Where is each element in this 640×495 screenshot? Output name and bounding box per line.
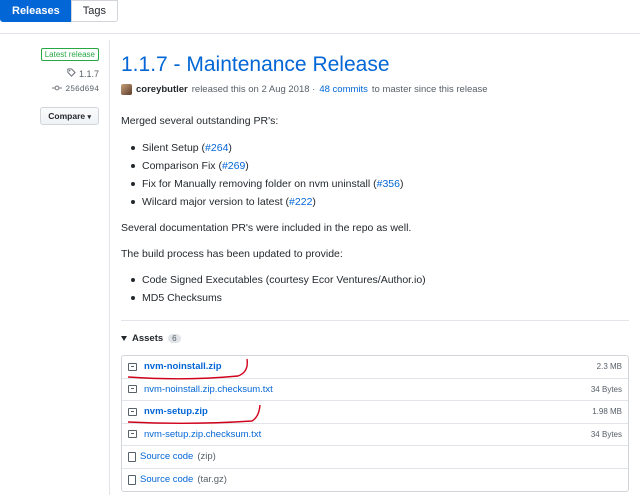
tab-releases[interactable]: Releases bbox=[0, 0, 72, 22]
source-format: (tar.gz) bbox=[197, 474, 227, 486]
list-item: Silent Setup (#264) bbox=[121, 140, 403, 158]
release-tabs: Releases Tags bbox=[0, 0, 118, 22]
package-icon bbox=[128, 430, 137, 439]
tag-icon bbox=[67, 68, 76, 79]
asset-link[interactable]: nvm-noinstall.zip.checksum.txt bbox=[144, 384, 273, 395]
list-item: Code Signed Executables (courtesy Ecor V… bbox=[121, 272, 426, 290]
commit-line[interactable]: 256d694 bbox=[0, 84, 99, 95]
header-divider bbox=[0, 33, 640, 34]
asset-size: 34 Bytes bbox=[590, 429, 622, 439]
file-zip-icon bbox=[128, 474, 136, 485]
package-icon bbox=[128, 407, 137, 416]
source-row[interactable]: Source code (zip) bbox=[122, 446, 628, 469]
assets-label: Assets bbox=[132, 333, 164, 344]
list-item: Wilcard major version to latest (#222) bbox=[121, 194, 403, 212]
compare-label: Compare bbox=[48, 111, 86, 121]
asset-row[interactable]: nvm-setup.zip.checksum.txt 34 Bytes bbox=[122, 424, 628, 446]
commit-icon bbox=[52, 84, 63, 95]
docs-note: Several documentation PR's were included… bbox=[121, 222, 412, 234]
package-icon bbox=[128, 385, 137, 394]
asset-row[interactable]: nvm-setup.zip 1.98 MB bbox=[122, 401, 628, 424]
asset-size: 2.3 MB bbox=[596, 362, 622, 372]
pr-link[interactable]: #264 bbox=[205, 142, 228, 154]
pr-link[interactable]: #269 bbox=[222, 160, 245, 172]
intro-text: Merged several outstanding PR's: bbox=[121, 115, 279, 127]
commit-sha[interactable]: 256d694 bbox=[65, 85, 99, 94]
assets-count: 6 bbox=[168, 334, 181, 343]
source-format: (zip) bbox=[197, 451, 216, 463]
asset-link[interactable]: nvm-setup.zip bbox=[144, 406, 208, 417]
build-intro: The build process has been updated to pr… bbox=[121, 248, 343, 260]
asset-size: 34 Bytes bbox=[590, 384, 622, 394]
asset-link[interactable]: nvm-setup.zip.checksum.txt bbox=[144, 429, 261, 440]
pr-link[interactable]: #222 bbox=[289, 196, 312, 208]
pr-link[interactable]: #356 bbox=[377, 178, 400, 190]
commits-link[interactable]: 48 commits bbox=[319, 84, 368, 95]
package-icon bbox=[128, 362, 137, 371]
source-link[interactable]: Source code bbox=[140, 451, 193, 462]
caret-down-icon: ▾ bbox=[87, 114, 91, 121]
commits-suffix: to master since this release bbox=[371, 84, 488, 95]
asset-row[interactable]: nvm-noinstall.zip.checksum.txt 34 Bytes bbox=[122, 379, 628, 401]
avatar[interactable] bbox=[121, 84, 132, 95]
source-row[interactable]: Source code (tar.gz) bbox=[122, 469, 628, 492]
caret-down-icon bbox=[121, 336, 127, 341]
release-sidebar: Latest release 1.1.7 256d694 Compare ▾ bbox=[0, 48, 99, 125]
tab-tags[interactable]: Tags bbox=[70, 0, 118, 22]
author-link[interactable]: coreybutler bbox=[136, 84, 188, 95]
build-list: Code Signed Executables (courtesy Ecor V… bbox=[121, 272, 426, 308]
list-item: MD5 Checksums bbox=[121, 290, 426, 308]
file-zip-icon bbox=[128, 451, 136, 462]
assets-divider bbox=[121, 320, 629, 321]
asset-link[interactable]: nvm-noinstall.zip bbox=[144, 361, 222, 372]
asset-size: 1.98 MB bbox=[592, 407, 622, 417]
release-body: 1.1.7 - Maintenance Release coreybutler … bbox=[121, 52, 631, 492]
release-meta: coreybutler released this on 2 Aug 2018 … bbox=[121, 84, 631, 95]
assets-list: nvm-noinstall.zip 2.3 MB nvm-noinstall.z… bbox=[121, 355, 629, 492]
pr-list: Silent Setup (#264) Comparison Fix (#269… bbox=[121, 140, 403, 212]
tag-line[interactable]: 1.1.7 bbox=[0, 68, 99, 79]
asset-row[interactable]: nvm-noinstall.zip 2.3 MB bbox=[122, 356, 628, 379]
compare-button[interactable]: Compare ▾ bbox=[40, 107, 99, 125]
tag-name[interactable]: 1.1.7 bbox=[79, 69, 99, 79]
assets-toggle[interactable]: Assets 6 bbox=[121, 333, 181, 344]
list-item: Comparison Fix (#269) bbox=[121, 158, 403, 176]
source-link[interactable]: Source code bbox=[140, 474, 193, 485]
sidebar-divider bbox=[109, 40, 110, 495]
list-item: Fix for Manually removing folder on nvm … bbox=[121, 176, 403, 194]
released-text: released this on 2 Aug 2018 · bbox=[191, 84, 316, 95]
latest-release-badge: Latest release bbox=[40, 48, 99, 61]
release-title[interactable]: 1.1.7 - Maintenance Release bbox=[121, 52, 631, 78]
